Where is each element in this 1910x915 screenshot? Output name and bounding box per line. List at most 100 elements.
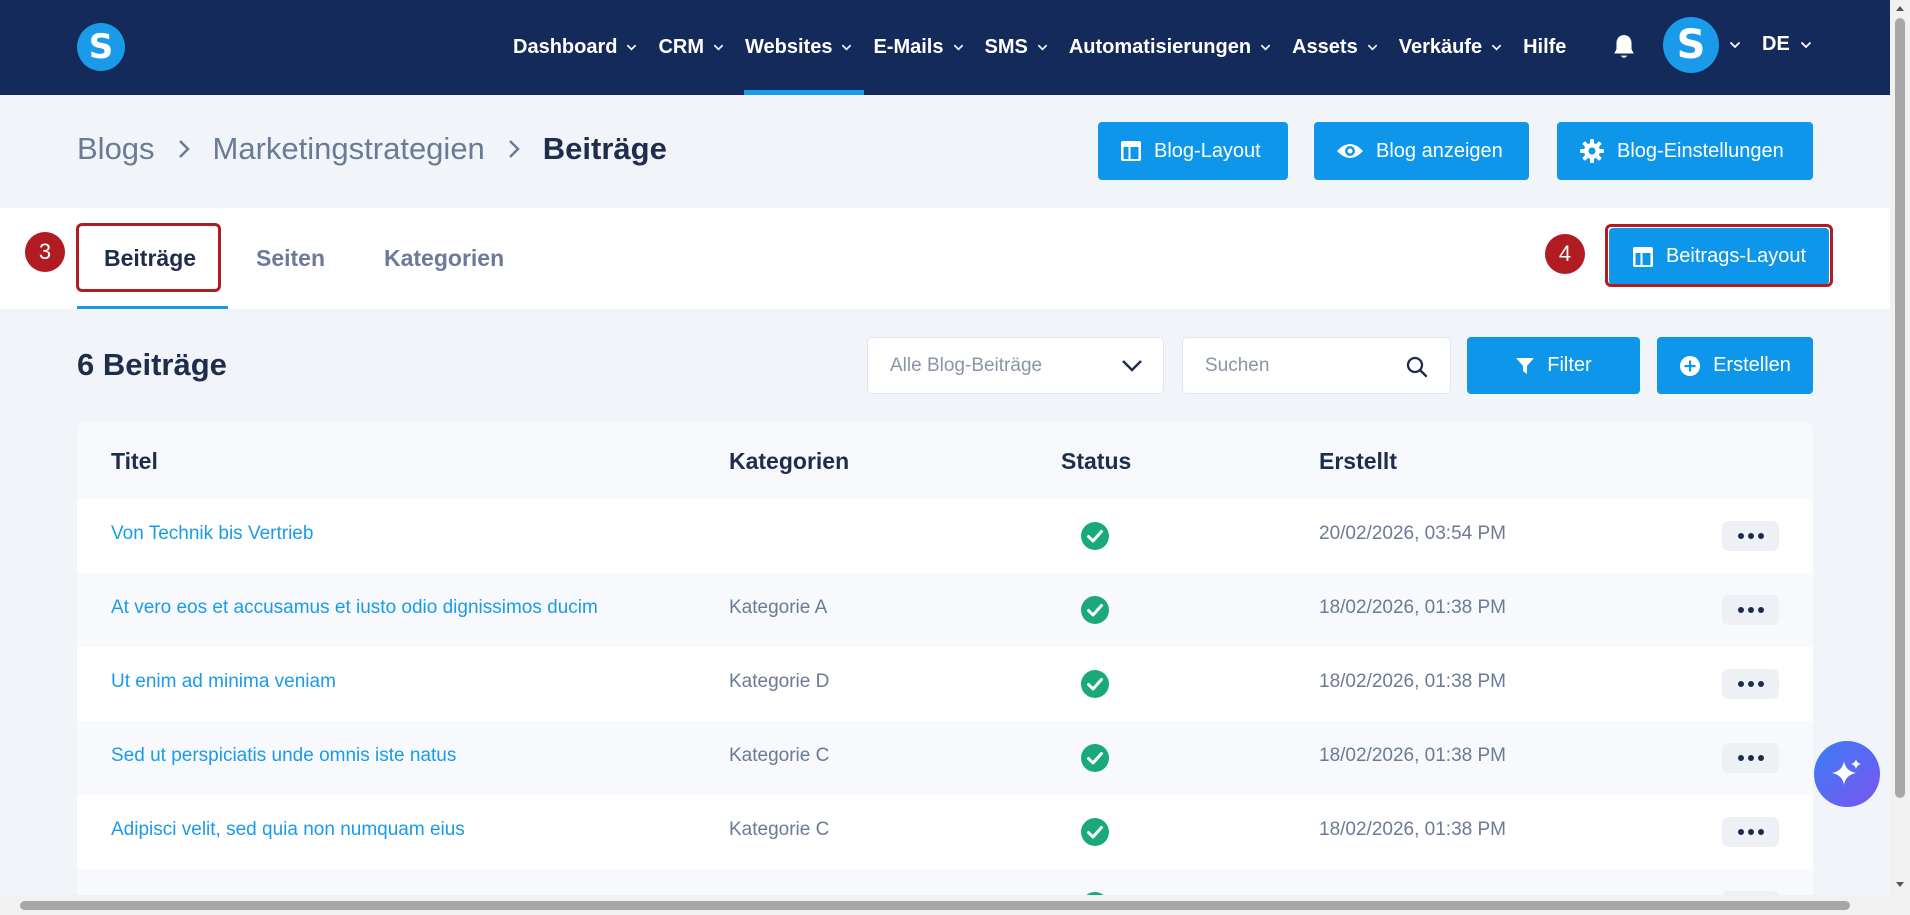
column-header-created[interactable]: Erstellt [1319,448,1397,475]
eye-icon [1337,144,1363,158]
post-title-link[interactable]: Ut enim ad minima veniam [111,671,336,693]
language-selector[interactable]: DE [1762,33,1812,56]
table-row[interactable] [77,869,1813,897]
blog-view-button[interactable]: Blog anzeigen [1314,122,1529,180]
chevron-down-icon[interactable] [1729,39,1741,51]
check-circle-icon [1081,596,1109,624]
scrollbar-thumb[interactable] [20,901,1850,910]
nav-item-label: SMS [984,36,1028,58]
table-row[interactable]: At vero eos et accusamus et iusto odio d… [77,573,1813,647]
create-button[interactable]: Erstellen [1657,337,1813,394]
dot-icon [1747,607,1754,613]
post-created-date: 18/02/2026, 01:38 PM [1319,745,1506,766]
step-badge-4: 4 [1545,234,1585,274]
select-value: Alle Blog-Beiträge [890,354,1043,376]
breadcrumb-marketing[interactable]: Marketingstrategien [213,131,485,167]
dot-icon [1737,533,1744,539]
search-icon[interactable] [1406,356,1428,378]
table-row[interactable]: Von Technik bis Vertrieb 20/02/2026, 03:… [77,499,1813,573]
nav-item-websites[interactable]: Websites [744,0,865,95]
row-actions-button[interactable] [1722,743,1779,773]
post-title-link[interactable]: Adipisci velit, sed quia non numquam eiu… [111,819,465,841]
dot-icon [1757,533,1764,539]
active-tab-indicator [77,306,228,309]
bell-icon[interactable] [1611,33,1637,61]
search-input[interactable] [1205,352,1395,380]
dot-icon [1737,755,1744,761]
nav-item-help[interactable]: Hilfe [1523,0,1566,95]
step-badge-3: 3 [25,232,65,272]
post-created-date: 20/02/2026, 03:54 PM [1319,523,1506,544]
nav-item-automations[interactable]: Automatisierungen [1069,0,1271,95]
chevron-down-icon [714,44,724,51]
chevron-down-icon [1122,360,1142,372]
button-label: Blog-Layout [1154,139,1261,162]
tab-label: Seiten [256,245,326,271]
table-header: Titel Kategorien Status Erstellt [77,422,1813,499]
post-title-link[interactable]: Von Technik bis Vertrieb [111,523,313,545]
chevron-down-icon [1492,44,1502,51]
nav-item-emails[interactable]: E-Mails [873,0,963,95]
dot-icon [1747,681,1754,687]
blog-settings-button[interactable]: Blog-Einstellungen [1557,122,1813,180]
scrollbar-thumb[interactable] [1895,18,1905,798]
avatar-letter: S [1676,22,1706,68]
posts-table: Titel Kategorien Status Erstellt Von Tec… [77,422,1813,897]
button-label: Filter [1547,354,1592,376]
chevron-down-icon [1037,44,1047,51]
table-row[interactable]: Sed ut perspiciatis unde omnis iste natu… [77,721,1813,795]
post-created-date: 18/02/2026, 01:38 PM [1319,597,1506,618]
row-actions-button[interactable] [1722,595,1779,625]
row-actions-button[interactable] [1722,669,1779,699]
logo[interactable]: S [77,23,125,71]
column-header-status[interactable]: Status [1061,448,1131,475]
tab-label: Kategorien [384,245,505,271]
dot-icon [1757,607,1764,613]
vertical-scrollbar[interactable] [1890,0,1910,915]
horizontal-scrollbar[interactable] [0,895,1890,915]
post-filter-select[interactable]: Alle Blog-Beiträge [867,337,1164,394]
filter-button[interactable]: Filter [1467,337,1640,394]
tab-categories[interactable]: Kategorien [384,208,504,309]
nav-item-crm[interactable]: CRM [658,0,724,95]
post-category: Kategorie C [729,745,830,766]
row-actions-button[interactable] [1722,817,1779,847]
blog-layout-button[interactable]: Blog-Layout [1098,122,1288,180]
nav-item-label: CRM [658,36,705,58]
post-title-link[interactable]: At vero eos et accusamus et iusto odio d… [111,597,598,619]
nav-menu: Dashboard CRM Websites E-Mails SMS Autom… [513,0,1587,95]
scroll-down-icon[interactable] [1895,881,1905,889]
chevron-down-icon [953,44,963,51]
column-header-title[interactable]: Titel [111,448,158,475]
ai-assistant-button[interactable] [1814,741,1880,807]
post-title-link[interactable]: Sed ut perspiciatis unde omnis iste natu… [111,745,456,767]
nav-item-label: Automatisierungen [1068,36,1252,58]
nav-item-assets[interactable]: Assets [1292,0,1378,95]
filter-icon [1516,357,1535,374]
tab-pages[interactable]: Seiten [256,208,325,309]
breadcrumb-blogs[interactable]: Blogs [77,131,155,167]
row-actions-button[interactable] [1722,521,1779,551]
chevron-down-icon [627,44,637,51]
table-row[interactable]: Adipisci velit, sed quia non numquam eiu… [77,795,1813,869]
dot-icon [1747,533,1754,539]
post-created-date: 18/02/2026, 01:38 PM [1319,671,1506,692]
check-circle-icon [1081,818,1109,846]
dot-icon [1737,607,1744,613]
dot-icon [1737,681,1744,687]
column-header-categories[interactable]: Kategorien [729,448,849,475]
sparkle-icon [1832,759,1861,785]
table-row[interactable]: Ut enim ad minima veniam Kategorie D 18/… [77,647,1813,721]
avatar[interactable]: S [1663,17,1719,73]
scroll-up-icon[interactable] [1895,4,1905,12]
post-category: Kategorie A [729,597,828,618]
nav-item-sms[interactable]: SMS [985,0,1048,95]
button-label: Blog anzeigen [1376,139,1503,162]
dot-icon [1757,829,1764,835]
tab-highlight-box [76,223,221,292]
button-label: Blog-Einstellungen [1617,139,1784,162]
page-title: Beiträge [542,131,667,166]
nav-item-dashboard[interactable]: Dashboard [513,0,637,95]
nav-item-sales[interactable]: Verkäufe [1399,0,1502,95]
search-field[interactable] [1182,337,1451,394]
